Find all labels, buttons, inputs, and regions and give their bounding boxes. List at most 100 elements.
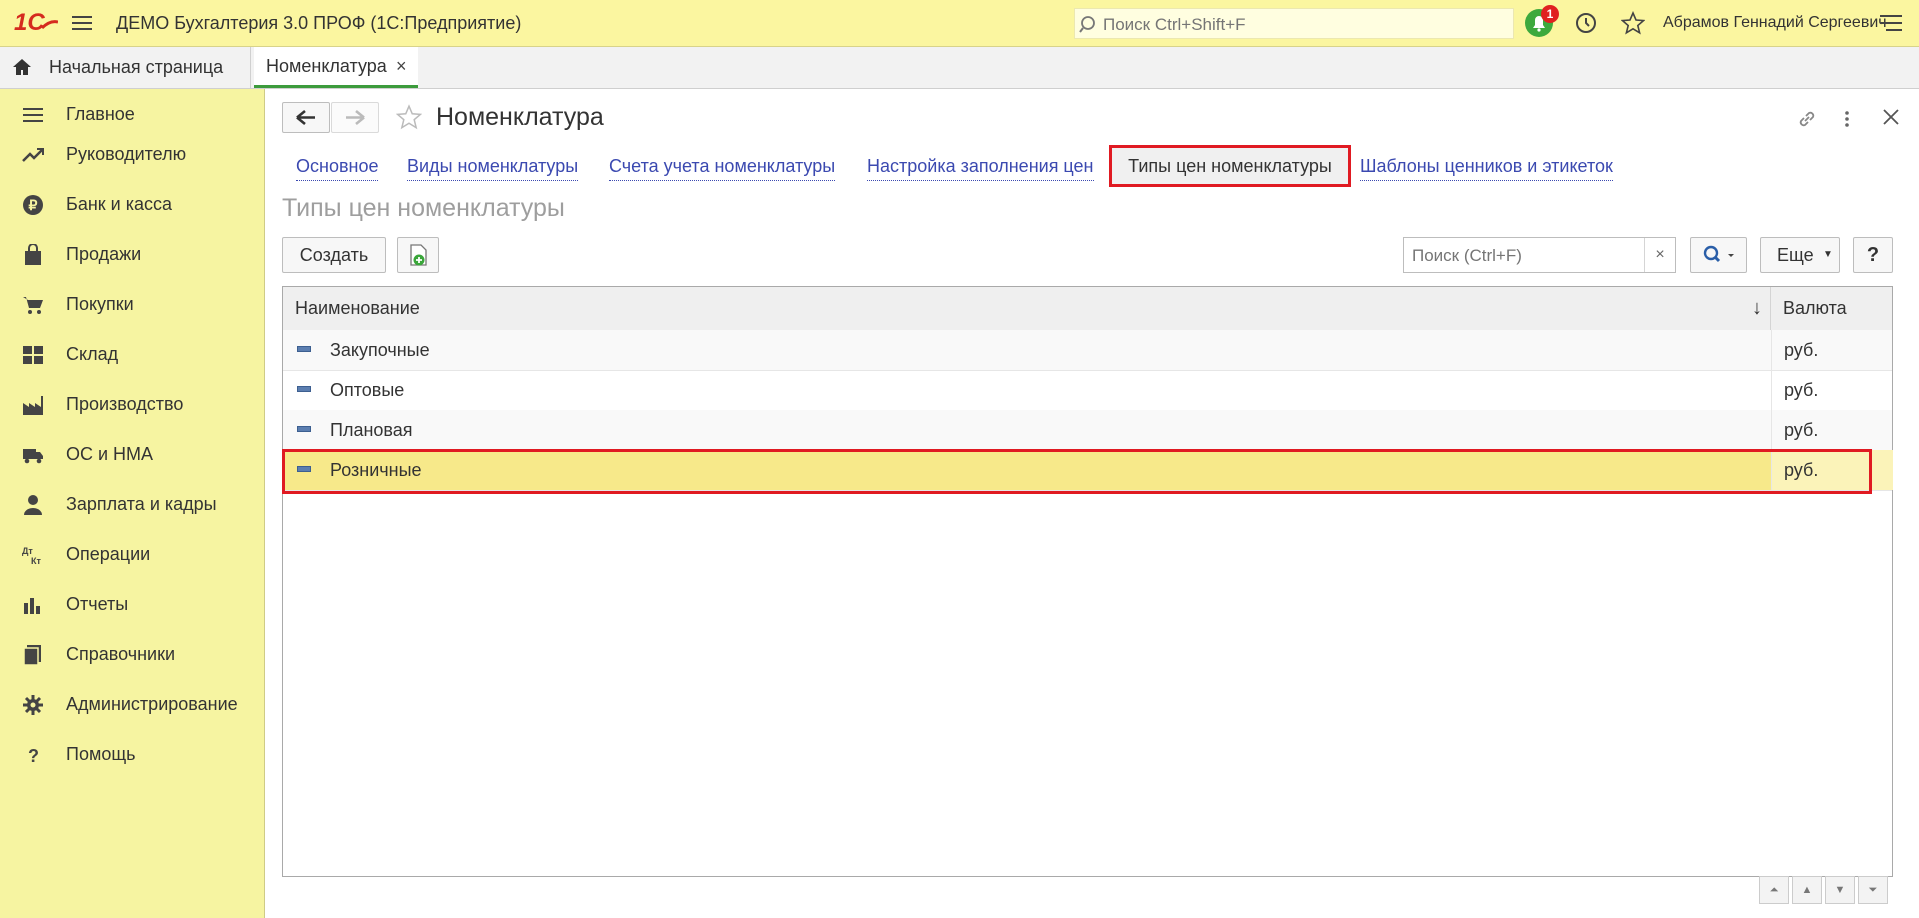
row-currency: руб. bbox=[1784, 340, 1819, 360]
table-header: Наименование ↓ Валюта bbox=[283, 287, 1892, 331]
price-types-table[interactable]: Наименование ↓ Валюта Закупочные руб. Оп… bbox=[282, 286, 1893, 877]
table-row[interactable]: Плановая руб. bbox=[283, 410, 1892, 451]
forward-button[interactable] bbox=[331, 102, 379, 133]
app-title: ДЕМО Бухгалтерия 3.0 ПРОФ (1С:Предприяти… bbox=[116, 13, 522, 33]
row-name: Розничные bbox=[330, 460, 422, 480]
person-icon bbox=[22, 494, 44, 516]
sidebar-item-label: Справочники bbox=[66, 644, 176, 664]
sidebar-item-label: Помощь bbox=[66, 744, 136, 764]
factory-icon bbox=[22, 394, 44, 416]
sidebar-item-administration[interactable]: Администрирование bbox=[0, 684, 264, 724]
notifications-count-badge: 1 bbox=[1541, 5, 1559, 23]
global-search-field[interactable] bbox=[1074, 8, 1514, 40]
sidebar-item-label: Администрирование bbox=[66, 694, 238, 714]
svg-text:Дт: Дт bbox=[22, 546, 33, 556]
sidebar-item-reports[interactable]: Отчеты bbox=[0, 584, 264, 624]
row-name: Оптовые bbox=[330, 380, 405, 400]
row-currency-cell: руб. bbox=[1771, 330, 1893, 370]
scroll-top-button[interactable]: ⏶ bbox=[1759, 876, 1789, 904]
column-header-name[interactable]: Наименование ↓ bbox=[283, 287, 1771, 330]
favorites-star-icon[interactable] bbox=[1620, 10, 1646, 40]
scroll-down-button[interactable]: ▼ bbox=[1825, 876, 1855, 904]
logo-1c: 1С bbox=[14, 8, 59, 36]
list-search-input[interactable] bbox=[1410, 238, 1646, 274]
chevron-down-icon: ▼ bbox=[1823, 249, 1833, 260]
sections-sidebar: Главное Руководителю ₽ Банк и касса Прод… bbox=[0, 89, 265, 918]
books-icon bbox=[22, 644, 44, 666]
clear-search-icon[interactable]: × bbox=[1644, 238, 1675, 272]
arrow-left-icon bbox=[296, 109, 315, 126]
sidebar-item-label: Покупки bbox=[66, 294, 134, 314]
svg-text:₽: ₽ bbox=[29, 197, 38, 213]
scroll-up-button[interactable]: ▲ bbox=[1792, 876, 1822, 904]
sidebar-item-bank[interactable]: ₽ Банк и касса bbox=[0, 184, 264, 224]
table-row-selected[interactable]: Розничные руб. bbox=[283, 450, 1893, 491]
gear-icon bbox=[22, 694, 44, 716]
sidebar-item-warehouse[interactable]: Склад bbox=[0, 334, 264, 374]
sidebar-item-sales[interactable]: Продажи bbox=[0, 234, 264, 274]
link-icon[interactable] bbox=[1796, 108, 1818, 135]
global-search-input[interactable] bbox=[1101, 9, 1505, 40]
row-currency: руб. bbox=[1784, 380, 1819, 400]
column-header-name-label: Наименование bbox=[295, 298, 420, 318]
find-button[interactable] bbox=[1690, 237, 1747, 273]
warehouse-grid-icon bbox=[22, 344, 44, 366]
sidebar-item-manager[interactable]: Руководителю bbox=[0, 134, 264, 174]
top-bar: 1С ДЕМО Бухгалтерия 3.0 ПРОФ (1С:Предпри… bbox=[0, 0, 1919, 47]
sort-arrow-down-icon: ↓ bbox=[1752, 297, 1762, 319]
sidebar-item-directories[interactable]: Справочники bbox=[0, 634, 264, 674]
navlink-main[interactable]: Основное bbox=[296, 152, 379, 181]
navlink-price-fill-settings[interactable]: Настройка заполнения цен bbox=[867, 152, 1094, 181]
row-currency: руб. bbox=[1784, 420, 1819, 440]
sidebar-item-main[interactable]: Главное bbox=[0, 94, 264, 134]
row-currency: руб. bbox=[1784, 460, 1819, 480]
tab-close-icon[interactable]: × bbox=[396, 47, 407, 85]
more-actions-icon[interactable] bbox=[1842, 108, 1852, 135]
tab-nomenclature[interactable]: Номенклатура × bbox=[254, 47, 418, 88]
open-tabs-bar: Начальная страница Номенклатура × bbox=[0, 47, 1919, 89]
cart-icon bbox=[22, 294, 44, 316]
favorite-star-icon[interactable] bbox=[395, 104, 423, 135]
home-icon bbox=[12, 58, 32, 81]
arrow-right-icon bbox=[346, 109, 365, 126]
sidebar-item-fixed-assets[interactable]: ОС и НМА bbox=[0, 434, 264, 474]
close-form-icon[interactable] bbox=[1880, 106, 1902, 133]
more-button-label: Еще bbox=[1777, 245, 1814, 265]
navlink-price-tag-templates[interactable]: Шаблоны ценников и этикеток bbox=[1360, 152, 1613, 181]
navlink-price-types-active[interactable]: Типы цен номенклатуры bbox=[1109, 145, 1351, 187]
search-icon bbox=[1079, 14, 1099, 39]
sidebar-item-salary[interactable]: Зарплата и кадры bbox=[0, 484, 264, 524]
sidebar-item-label: Банк и касса bbox=[66, 194, 172, 214]
scroll-bottom-button[interactable]: ⏷ bbox=[1858, 876, 1888, 904]
sidebar-item-label: Главное bbox=[66, 104, 135, 124]
main-menu-icon[interactable] bbox=[71, 12, 93, 34]
item-marker-icon bbox=[297, 346, 311, 352]
menu-lines-icon bbox=[22, 104, 44, 126]
search-icon bbox=[1703, 245, 1734, 263]
settings-menu-icon[interactable] bbox=[1880, 12, 1904, 39]
help-button[interactable]: ? bbox=[1853, 237, 1893, 273]
back-button[interactable] bbox=[282, 102, 330, 133]
sidebar-item-operations[interactable]: Дт Кт Операции bbox=[0, 534, 264, 574]
ruble-coin-icon: ₽ bbox=[22, 194, 44, 216]
tab-home[interactable]: Начальная страница bbox=[0, 47, 251, 88]
trend-chart-icon bbox=[22, 144, 44, 166]
column-header-currency-label: Валюта bbox=[1783, 298, 1847, 318]
table-row[interactable]: Оптовые руб. bbox=[283, 370, 1892, 411]
navlink-accounting-accounts[interactable]: Счета учета номенклатуры bbox=[609, 152, 836, 181]
sidebar-item-production[interactable]: Производство bbox=[0, 384, 264, 424]
user-name[interactable]: Абрамов Геннадий Сергеевич bbox=[1663, 0, 1887, 46]
table-row[interactable]: Закупочные руб. bbox=[283, 330, 1892, 371]
sidebar-item-help[interactable]: ? Помощь bbox=[0, 734, 264, 774]
item-marker-icon bbox=[297, 466, 311, 472]
more-button[interactable]: Еще ▼ bbox=[1760, 237, 1840, 273]
row-name: Закупочные bbox=[330, 340, 430, 360]
section-title: Типы цен номенклатуры bbox=[282, 194, 565, 222]
navlink-nomenclature-types[interactable]: Виды номенклатуры bbox=[407, 152, 579, 181]
list-search-field[interactable]: × bbox=[1403, 237, 1676, 274]
create-button[interactable]: Создать bbox=[282, 237, 386, 273]
sidebar-item-purchases[interactable]: Покупки bbox=[0, 284, 264, 324]
column-header-currency[interactable]: Валюта bbox=[1771, 287, 1892, 330]
history-icon[interactable] bbox=[1574, 11, 1598, 40]
copy-button[interactable] bbox=[397, 237, 439, 273]
